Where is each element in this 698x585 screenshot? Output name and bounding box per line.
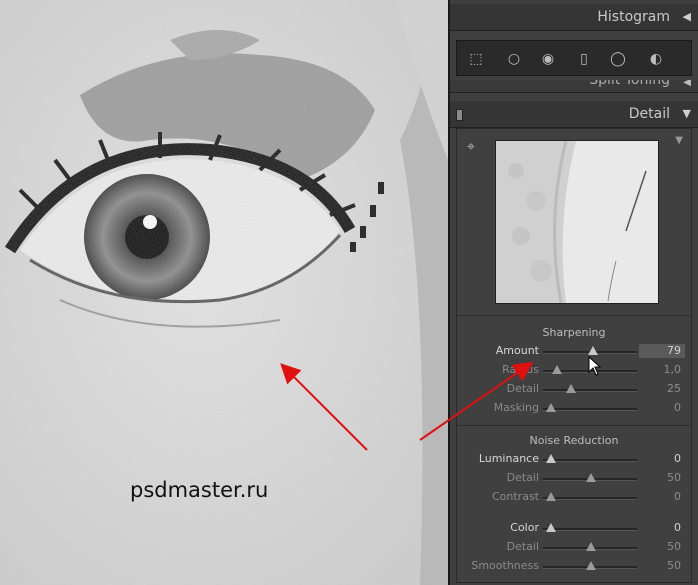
histogram-header[interactable]: Histogram ◀ xyxy=(450,4,698,31)
detail-title: Detail xyxy=(628,106,670,122)
sharp-slider-value[interactable]: 25 xyxy=(667,382,681,395)
noise-slider-track[interactable] xyxy=(543,497,637,500)
noise-slider-thumb[interactable] xyxy=(586,561,596,570)
preview-toggle-icon[interactable]: ▼ xyxy=(675,135,683,146)
divider xyxy=(457,315,691,316)
noise-slider-label: Detail xyxy=(506,471,539,484)
noise-slider-value[interactable]: 0 xyxy=(674,452,681,465)
sharp-slider-thumb[interactable] xyxy=(566,384,576,393)
preview-image xyxy=(496,141,658,303)
noise-slider-label: Color xyxy=(510,521,539,534)
right-panel: Histogram ◀ ⬚ ○ ◉ ▯ ◯ ◐ Split Toning ◀ D… xyxy=(448,0,698,585)
sharp-slider-label: Masking xyxy=(493,401,539,414)
noise-slider-label: Luminance xyxy=(478,452,539,465)
sharp-slider-thumb[interactable] xyxy=(552,365,563,374)
noise-slider-value[interactable]: 50 xyxy=(667,471,681,484)
detail-panel: ⌖ ▼ Sharpening Amount 79 Radius 1,0 Detail 25… xyxy=(456,128,692,583)
sharp-slider-track[interactable] xyxy=(543,389,637,392)
mouse-cursor-icon xyxy=(588,356,602,376)
expand-triangle-icon[interactable]: ▼ xyxy=(683,107,691,120)
sharpening-title: Sharpening xyxy=(542,326,606,339)
sharp-slider-row[interactable]: Detail 25 xyxy=(457,381,691,399)
sharp-slider-label: Radius xyxy=(502,363,539,376)
red-eye-icon[interactable]: ◉ xyxy=(539,50,557,68)
noise-slider-row[interactable]: Smoothness 50 xyxy=(457,558,691,576)
noise-slider-thumb[interactable] xyxy=(546,492,556,501)
collapse-triangle-icon[interactable]: ◀ xyxy=(683,10,691,23)
noise-slider-label: Smoothness xyxy=(471,559,539,572)
noise-slider-row[interactable]: Detail 50 xyxy=(457,470,691,488)
spot-removal-icon[interactable]: ○ xyxy=(505,50,523,68)
sharp-slider-value[interactable]: 79 xyxy=(667,344,681,357)
detail-header[interactable]: Detail ▼ xyxy=(450,101,698,128)
adjustment-brush-icon[interactable]: ◐ xyxy=(647,50,665,68)
noise-slider-label: Detail xyxy=(506,540,539,553)
screenshot: psdmaster.ru Histogram ◀ ⬚ ○ ◉ ▯ ◯ ◐ Spl… xyxy=(0,0,698,585)
sharp-slider-value[interactable]: 1,0 xyxy=(664,363,682,376)
noise-slider-row[interactable]: Color 0 xyxy=(457,520,691,538)
radial-filter-icon[interactable]: ◯ xyxy=(609,50,627,68)
noise-reduction-title: Noise Reduction xyxy=(529,434,619,447)
noise-slider-value[interactable]: 50 xyxy=(667,540,681,553)
photo-canvas[interactable]: psdmaster.ru xyxy=(0,0,448,585)
sharp-slider-row[interactable]: Radius 1,0 xyxy=(457,362,691,380)
sharp-slider-row[interactable]: Masking 0 xyxy=(457,400,691,418)
divider xyxy=(457,425,691,426)
sharp-slider-thumb[interactable] xyxy=(588,346,599,355)
sharp-slider-row[interactable]: Amount 79 xyxy=(457,343,691,361)
noise-slider-row[interactable]: Contrast 0 xyxy=(457,489,691,507)
panel-switch-icon[interactable] xyxy=(456,109,463,121)
noise-slider-label: Contrast xyxy=(491,490,539,503)
collapse-triangle-icon[interactable]: ◀ xyxy=(683,80,691,88)
graduated-filter-icon[interactable]: ▯ xyxy=(575,50,593,68)
split-toning-title: Split Toning xyxy=(589,80,670,88)
noise-slider-value[interactable]: 0 xyxy=(674,490,681,503)
tool-strip: ⬚ ○ ◉ ▯ ◯ ◐ xyxy=(456,40,692,76)
sharp-slider-thumb[interactable] xyxy=(546,403,556,412)
histogram-title: Histogram xyxy=(597,9,670,25)
noise-slider-thumb[interactable] xyxy=(586,473,596,482)
sharp-slider-track[interactable] xyxy=(543,408,637,411)
noise-slider-thumb[interactable] xyxy=(546,454,556,463)
noise-slider-track[interactable] xyxy=(543,459,637,462)
sharp-slider-value[interactable]: 0 xyxy=(674,401,681,414)
sharp-slider-label: Amount xyxy=(495,344,539,357)
target-crosshair-icon[interactable]: ⌖ xyxy=(467,139,475,155)
split-toning-header[interactable]: Split Toning ◀ xyxy=(450,80,698,93)
noise-slider-value[interactable]: 0 xyxy=(674,521,681,534)
watermark-text: psdmaster.ru xyxy=(130,478,269,502)
detail-preview[interactable] xyxy=(495,140,659,304)
noise-slider-row[interactable]: Luminance 0 xyxy=(457,451,691,469)
noise-slider-track[interactable] xyxy=(543,528,637,531)
sharp-slider-label: Detail xyxy=(506,382,539,395)
noise-slider-row[interactable]: Detail 50 xyxy=(457,539,691,557)
noise-slider-thumb[interactable] xyxy=(546,523,556,532)
crop-overlay-icon[interactable]: ⬚ xyxy=(467,50,485,68)
noise-slider-value[interactable]: 50 xyxy=(667,559,681,572)
noise-slider-thumb[interactable] xyxy=(586,542,596,551)
